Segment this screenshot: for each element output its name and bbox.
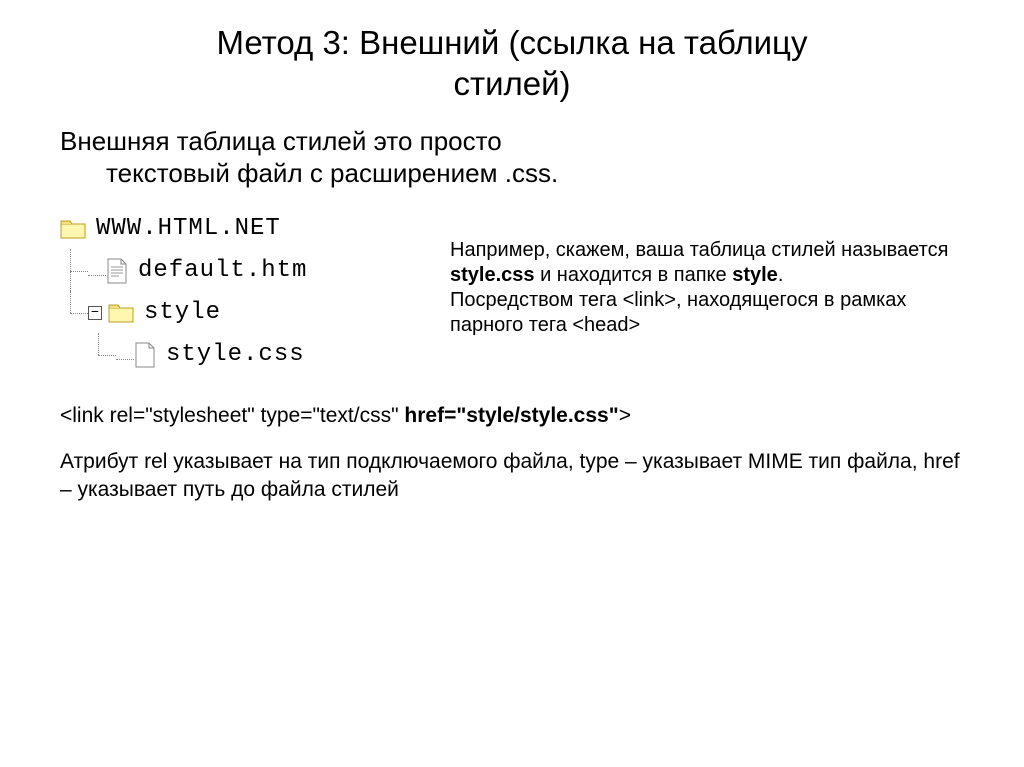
href-attribute: href="style/style.css" (404, 404, 618, 427)
intro-line1: Внешняя таблица стилей это просто (60, 126, 502, 156)
intro-line2: текстовый файл с расширением .css. (60, 157, 964, 190)
tree-file-stylecss: style.css (60, 334, 420, 376)
tree-file-default: default.htm (60, 250, 420, 292)
style-css-name: style.css (450, 264, 535, 286)
slide: Метод 3: Внешний (ссылка на таблицу стил… (0, 0, 1024, 767)
tree-file2-label: style.css (164, 343, 305, 367)
footer-explanation: Атрибут rel указывает на тип подключаемо… (60, 448, 964, 505)
file-tree: WWW.HTML.NET (60, 208, 420, 376)
link-tag: <link> (623, 289, 676, 311)
slide-title: Метод 3: Внешний (ссылка на таблицу стил… (60, 22, 964, 105)
expand-toggle-icon[interactable]: − (88, 306, 102, 320)
tree-folder2-label: style (142, 301, 221, 325)
file-icon (134, 342, 156, 368)
file-icon (106, 258, 128, 284)
tree-folder-style: − style (60, 292, 420, 334)
title-line1: Метод 3: Внешний (ссылка на таблицу (217, 24, 808, 61)
folder-icon (108, 302, 134, 324)
tree-root: WWW.HTML.NET (60, 208, 420, 250)
title-line2: стилей) (453, 65, 570, 102)
folder-icon (60, 218, 86, 240)
intro-paragraph: Внешняя таблица стилей это просто тексто… (60, 125, 964, 190)
style-folder-name: style (732, 264, 778, 286)
tree-file1-label: default.htm (136, 259, 307, 283)
tree-root-label: WWW.HTML.NET (94, 217, 281, 241)
middle-row: WWW.HTML.NET (60, 208, 964, 376)
head-tag: <head> (572, 314, 640, 336)
link-code-line: <link rel="stylesheet" type="text/css" h… (60, 404, 964, 428)
explanation-text: Например, скажем, ваша таблица стилей на… (450, 208, 964, 338)
